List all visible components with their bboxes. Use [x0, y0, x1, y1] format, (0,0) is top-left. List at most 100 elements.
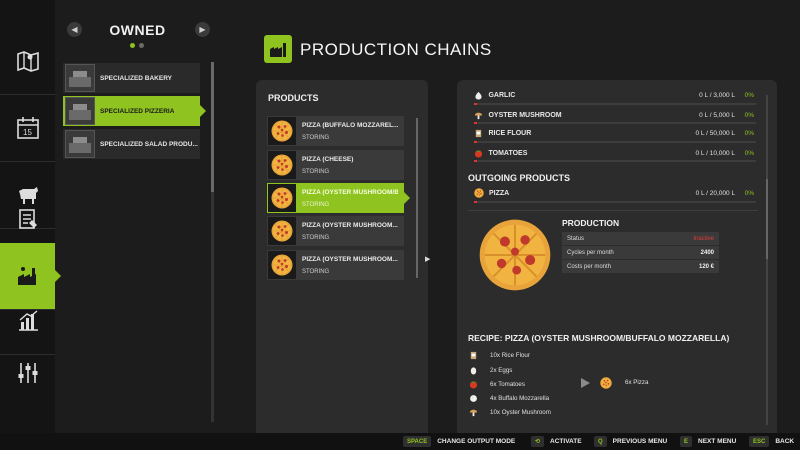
recipe-input: 10x Oyster Mushroom — [468, 406, 551, 418]
next-category-button[interactable]: ▶ — [195, 22, 210, 37]
products-scrollbar[interactable] — [416, 118, 418, 278]
cycles-label: Cycles per month — [567, 249, 614, 256]
nav-map[interactable] — [0, 28, 55, 94]
key-activate[interactable]: ⟲ ACTIVATE — [531, 436, 582, 447]
key-label: ACTIVATE — [550, 438, 582, 445]
building-thumbnail — [65, 64, 95, 92]
status-row: Status Inactive — [562, 232, 719, 245]
output-amount: 0 L / 20,000 L — [695, 189, 736, 197]
key-badge: E — [680, 436, 693, 447]
product-name: PIZZA (OYSTER MUSHROOM... — [302, 221, 398, 229]
status-value: Inactive — [693, 235, 714, 242]
product-status: STORING — [302, 134, 330, 141]
key-badge: Q — [594, 436, 607, 447]
product-item-selected[interactable]: PIZZA (OYSTER MUSHROOM/B STORING — [267, 183, 410, 213]
key-previous-menu[interactable]: Q PREVIOUS MENU — [594, 436, 667, 447]
fill-level-bar — [474, 122, 756, 124]
product-status: STORING — [302, 168, 330, 175]
production-item-selected[interactable]: SPECIALIZED PIZZERIA — [63, 96, 206, 126]
page-title: PRODUCTION CHAINS — [300, 40, 492, 59]
nav-settings[interactable] — [0, 340, 55, 406]
tomato-icon — [468, 379, 478, 389]
costs-row: Costs per month 120 € — [562, 260, 719, 273]
mozzarella-icon — [468, 393, 478, 403]
calendar-icon: 15 — [15, 115, 41, 141]
left-navigation: 15 — [0, 0, 61, 450]
production-icon — [15, 263, 41, 289]
input-row: RICE FLOUR 0 L / 50,000 L 0% — [474, 126, 754, 140]
owned-title: OWNED — [109, 22, 166, 38]
input-amount: 0 L / 3,000 L — [699, 91, 736, 99]
key-back[interactable]: ESC BACK — [749, 436, 794, 447]
recipe-input-text: 10x Oyster Mushroom — [490, 408, 551, 416]
divider — [468, 210, 758, 211]
page-dot-active — [130, 43, 135, 48]
key-label: CHANGE OUTPUT MODE — [437, 438, 516, 445]
production-item[interactable]: SPECIALIZED BAKERY — [63, 63, 200, 93]
recipe-input: 4x Buffalo Mozzarella — [468, 392, 549, 404]
pizza-icon — [271, 120, 293, 142]
costs-label: Costs per month — [567, 263, 612, 270]
products-heading: PRODUCTS — [268, 93, 319, 103]
production-item[interactable]: SPECIALIZED SALAD PRODU... — [63, 129, 200, 159]
recipe-input-text: 4x Buffalo Mozzarella — [490, 394, 550, 402]
product-status: STORING — [302, 234, 330, 241]
pizza-icon — [600, 377, 612, 389]
production-label: SPECIALIZED SALAD PRODU... — [100, 140, 198, 148]
input-name: OYSTER MUSHROOM — [488, 111, 562, 119]
product-status: STORING — [302, 268, 330, 275]
product-item[interactable]: PIZZA (CHEESE) STORING — [267, 150, 404, 180]
recipe-input-text: 6x Tomatoes — [490, 380, 525, 388]
production-heading: PRODUCTION — [562, 218, 620, 228]
play-icon — [581, 378, 590, 388]
page-dot — [139, 43, 144, 48]
recipe-input: 10x Rice Flour — [468, 349, 530, 361]
owned-scrollbar[interactable] — [211, 62, 214, 422]
production-label: SPECIALIZED PIZZERIA — [100, 107, 175, 115]
input-amount: 0 L / 10,000 L — [695, 149, 736, 157]
settings-icon — [15, 360, 41, 386]
product-item[interactable]: PIZZA (OYSTER MUSHROOM... STORING — [267, 216, 404, 246]
flour-icon — [468, 350, 478, 360]
fill-level-bar — [474, 103, 756, 105]
product-item[interactable]: PIZZA (BUFFALO MOZZAREL... STORING — [267, 116, 404, 146]
fill-level-bar — [474, 201, 756, 203]
product-status: STORING — [302, 201, 330, 208]
output-row: PIZZA 0 L / 20,000 L 0% — [474, 186, 754, 200]
input-percent: 0% — [744, 129, 754, 137]
recipe-title: RECIPE: PIZZA (OYSTER MUSHROOM/BUFFALO M… — [468, 333, 730, 343]
key-label: BACK — [775, 438, 795, 445]
outgoing-heading: OUTGOING PRODUCTS — [468, 173, 571, 183]
chevron-right-icon: ▶ — [425, 256, 431, 263]
input-name: TOMATOES — [488, 149, 528, 157]
recipe-input: 6x Tomatoes — [468, 378, 525, 390]
product-name: PIZZA (BUFFALO MOZZAREL... — [302, 121, 398, 129]
output-percent: 0% — [744, 189, 754, 197]
chevron-right-icon: ▶ — [199, 25, 206, 34]
key-change-output[interactable]: SPACE CHANGE OUTPUT MODE — [403, 436, 515, 447]
mushroom-icon — [468, 407, 478, 417]
flour-icon — [474, 128, 483, 138]
key-next-menu[interactable]: E NEXT MENU — [680, 436, 736, 447]
input-percent: 0% — [744, 149, 754, 157]
key-label: PREVIOUS MENU — [612, 438, 668, 445]
svg-text:15: 15 — [23, 128, 32, 137]
input-percent: 0% — [744, 91, 754, 99]
input-amount: 0 L / 50,000 L — [695, 129, 736, 137]
key-badge: ⟲ — [531, 436, 545, 447]
nav-calendar[interactable]: 15 — [0, 95, 55, 161]
tomato-icon — [474, 148, 483, 158]
production-label: SPECIALIZED BAKERY — [100, 74, 172, 82]
key-label: NEXT MENU — [698, 438, 737, 445]
product-item[interactable]: PIZZA (OYSTER MUSHROOM... STORING — [267, 250, 404, 280]
pizza-image — [479, 219, 551, 291]
detail-scrollbar[interactable] — [766, 95, 768, 425]
egg-icon — [468, 365, 478, 375]
input-name: RICE FLOUR — [488, 129, 532, 137]
building-thumbnail — [65, 130, 95, 158]
cycles-row: Cycles per month 2400 — [562, 246, 719, 259]
product-name: PIZZA (CHEESE) — [302, 155, 354, 163]
recipe-input-text: 2x Eggs — [490, 366, 513, 374]
input-percent: 0% — [744, 111, 754, 119]
pizza-icon — [271, 187, 293, 209]
